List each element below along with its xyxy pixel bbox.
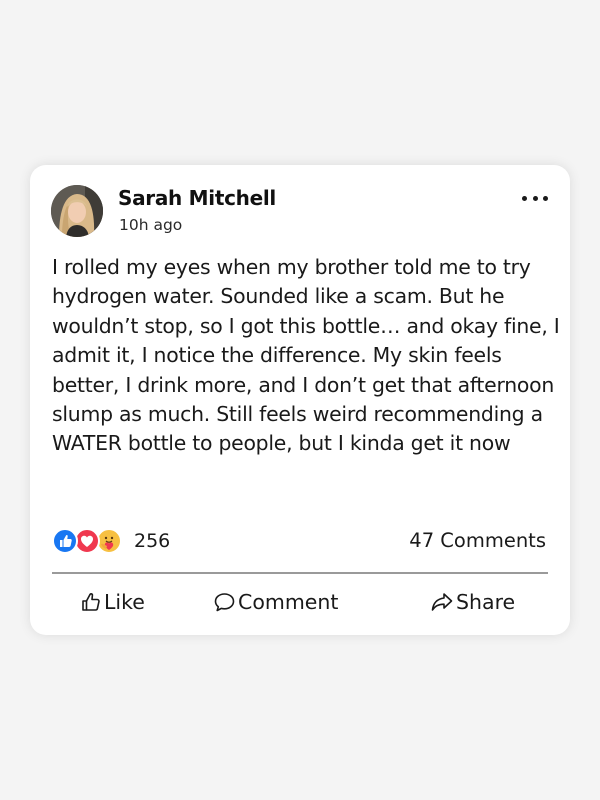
speech-bubble-icon	[213, 591, 236, 613]
divider	[52, 572, 548, 574]
like-label: Like	[104, 590, 145, 614]
post-text: I rolled my eyes when my brother told me…	[52, 255, 560, 456]
avatar-photo	[51, 185, 103, 237]
author-name[interactable]: Sarah Mitchell	[118, 186, 276, 210]
share-button[interactable]: Share	[430, 585, 515, 619]
ellipsis-icon[interactable]	[522, 191, 548, 205]
like-button[interactable]: Like	[80, 585, 145, 619]
share-arrow-icon	[430, 591, 454, 613]
action-bar: Like Comment Share	[52, 585, 548, 619]
reactions-summary[interactable]: 256	[52, 527, 170, 555]
like-reaction-icon	[52, 528, 78, 554]
share-label: Share	[456, 590, 516, 614]
dot	[522, 195, 527, 201]
post-card: Sarah Mitchell 10h ago I rolled my eyes …	[30, 165, 570, 635]
dot	[543, 195, 548, 201]
post-timestamp[interactable]: 10h ago	[119, 216, 182, 234]
dot	[532, 195, 538, 201]
comment-button[interactable]: Comment	[213, 585, 338, 619]
comments-count[interactable]: 47 Comments	[409, 529, 546, 552]
reaction-count: 256	[134, 530, 171, 552]
avatar[interactable]	[51, 185, 103, 237]
comment-label: Comment	[238, 590, 339, 614]
thumbs-up-icon	[80, 591, 102, 613]
reaction-icons	[52, 527, 128, 555]
